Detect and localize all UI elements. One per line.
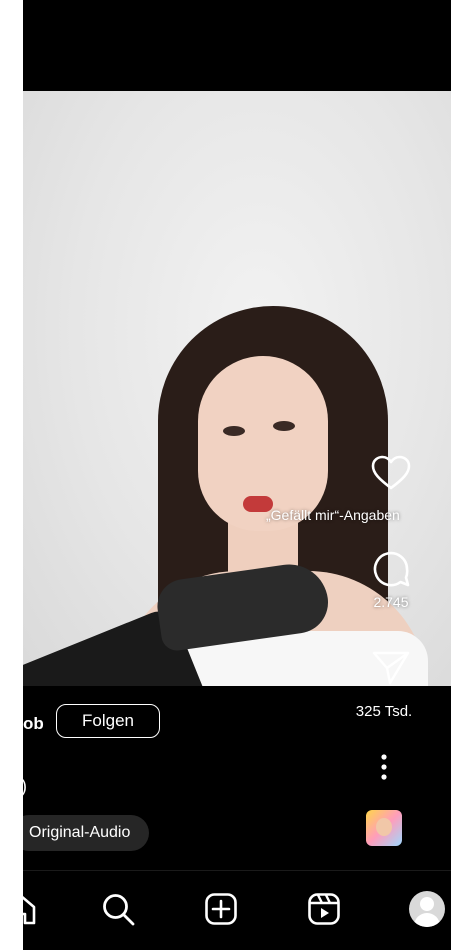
audio-thumbnail[interactable] bbox=[366, 810, 402, 846]
like-action[interactable]: „Gefällt mir“-Angaben bbox=[266, 455, 451, 523]
comment-count: 2.745 bbox=[373, 594, 409, 610]
tab-create[interactable] bbox=[201, 889, 241, 929]
comment-bubble-icon[interactable] bbox=[371, 550, 411, 590]
share-action[interactable] bbox=[331, 650, 451, 686]
audio-label: Original-Audio bbox=[29, 824, 131, 841]
author-username[interactable]: ob bbox=[23, 714, 44, 734]
paper-plane-icon[interactable] bbox=[372, 650, 410, 686]
more-vertical-icon[interactable] bbox=[374, 752, 394, 782]
reels-icon[interactable] bbox=[307, 892, 341, 926]
profile-avatar-icon[interactable] bbox=[409, 891, 445, 927]
like-count-label: „Gefällt mir“-Angaben bbox=[266, 507, 400, 523]
tab-reels[interactable] bbox=[304, 889, 344, 929]
tab-profile[interactable] bbox=[407, 889, 447, 929]
avatar-body-shape bbox=[414, 913, 440, 927]
reel-screen: „Gefällt mir“-Angaben 2.745 325 Tsd. ob … bbox=[23, 0, 451, 950]
share-count: 325 Tsd. bbox=[355, 703, 413, 720]
audio-attribution[interactable]: Original-Audio bbox=[23, 815, 149, 851]
video-eye-right bbox=[273, 421, 295, 431]
heart-icon[interactable] bbox=[371, 455, 411, 491]
audio-thumbnail-figure bbox=[376, 818, 392, 836]
home-icon[interactable] bbox=[23, 892, 38, 926]
plus-square-icon[interactable] bbox=[204, 892, 238, 926]
search-icon[interactable] bbox=[101, 892, 135, 926]
tab-home[interactable] bbox=[23, 889, 41, 929]
video-eye-left bbox=[223, 426, 245, 436]
post-caption[interactable]: ) bbox=[23, 776, 27, 797]
tab-search[interactable] bbox=[98, 889, 138, 929]
comment-action[interactable]: 2.745 bbox=[331, 550, 451, 610]
bottom-tab-bar bbox=[23, 870, 451, 950]
follow-button[interactable]: Folgen bbox=[56, 704, 160, 738]
avatar-head-shape bbox=[420, 897, 434, 911]
